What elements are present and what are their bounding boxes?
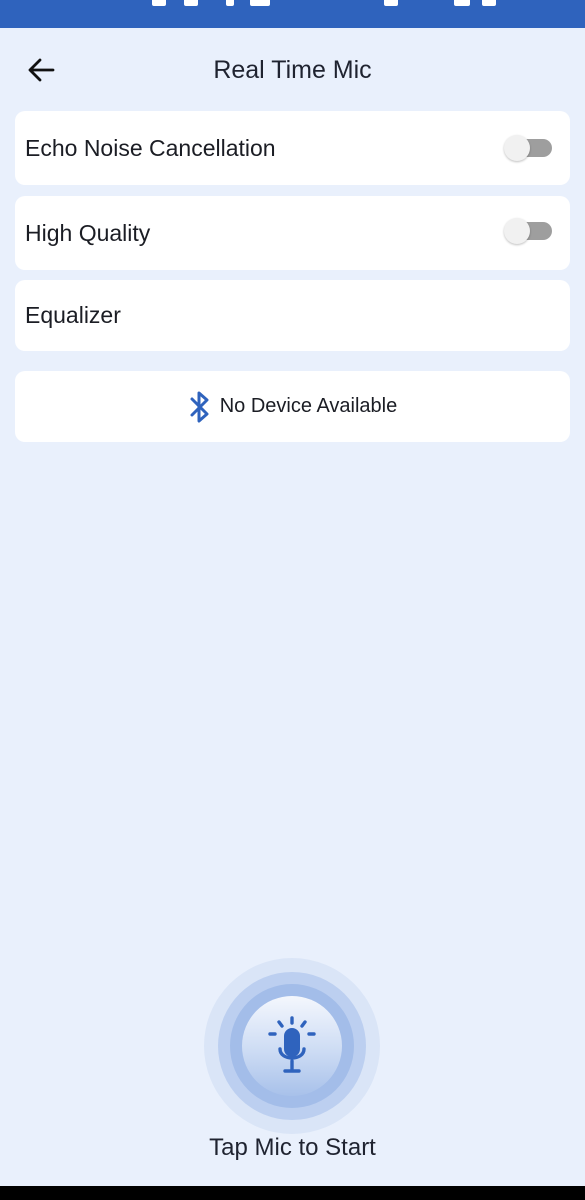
- switch-thumb: [504, 135, 530, 161]
- microphone-icon: [268, 1016, 316, 1073]
- equalizer-row[interactable]: Equalizer: [15, 280, 570, 351]
- setting-label: Equalizer: [25, 302, 121, 328]
- echo-noise-cancellation-switch[interactable]: [504, 135, 554, 161]
- bluetooth-icon: [190, 391, 209, 422]
- high-quality-row[interactable]: High Quality: [15, 196, 570, 270]
- mic-caption: Tap Mic to Start: [209, 1134, 376, 1161]
- screen: Real Time Mic Echo Noise Cancellation Hi…: [0, 0, 585, 1200]
- whatsapp-icon: [184, 0, 198, 6]
- status-bar: [0, 0, 585, 28]
- arrow-left-icon: [28, 58, 55, 82]
- notification-icon: [226, 0, 234, 6]
- alarm-icon: [384, 0, 398, 6]
- setting-label: High Quality: [25, 219, 151, 246]
- setting-label: Echo Noise Cancellation: [25, 134, 276, 161]
- echo-noise-cancellation-row[interactable]: Echo Noise Cancellation: [15, 111, 570, 185]
- notification-icon: [250, 0, 270, 6]
- page-title: Real Time Mic: [213, 55, 372, 84]
- app-bar: Real Time Mic: [0, 28, 585, 112]
- switch-thumb: [504, 218, 530, 244]
- navigation-bar: [0, 1186, 585, 1200]
- back-button[interactable]: [18, 50, 64, 90]
- high-quality-switch[interactable]: [504, 218, 554, 244]
- signal-icon: [454, 0, 470, 6]
- mic-button[interactable]: [204, 958, 380, 1134]
- device-status-text: No Device Available: [219, 395, 398, 417]
- bluetooth-device-card[interactable]: No Device Available: [15, 371, 570, 442]
- whatsapp-icon: [152, 0, 166, 6]
- battery-icon: [482, 0, 496, 6]
